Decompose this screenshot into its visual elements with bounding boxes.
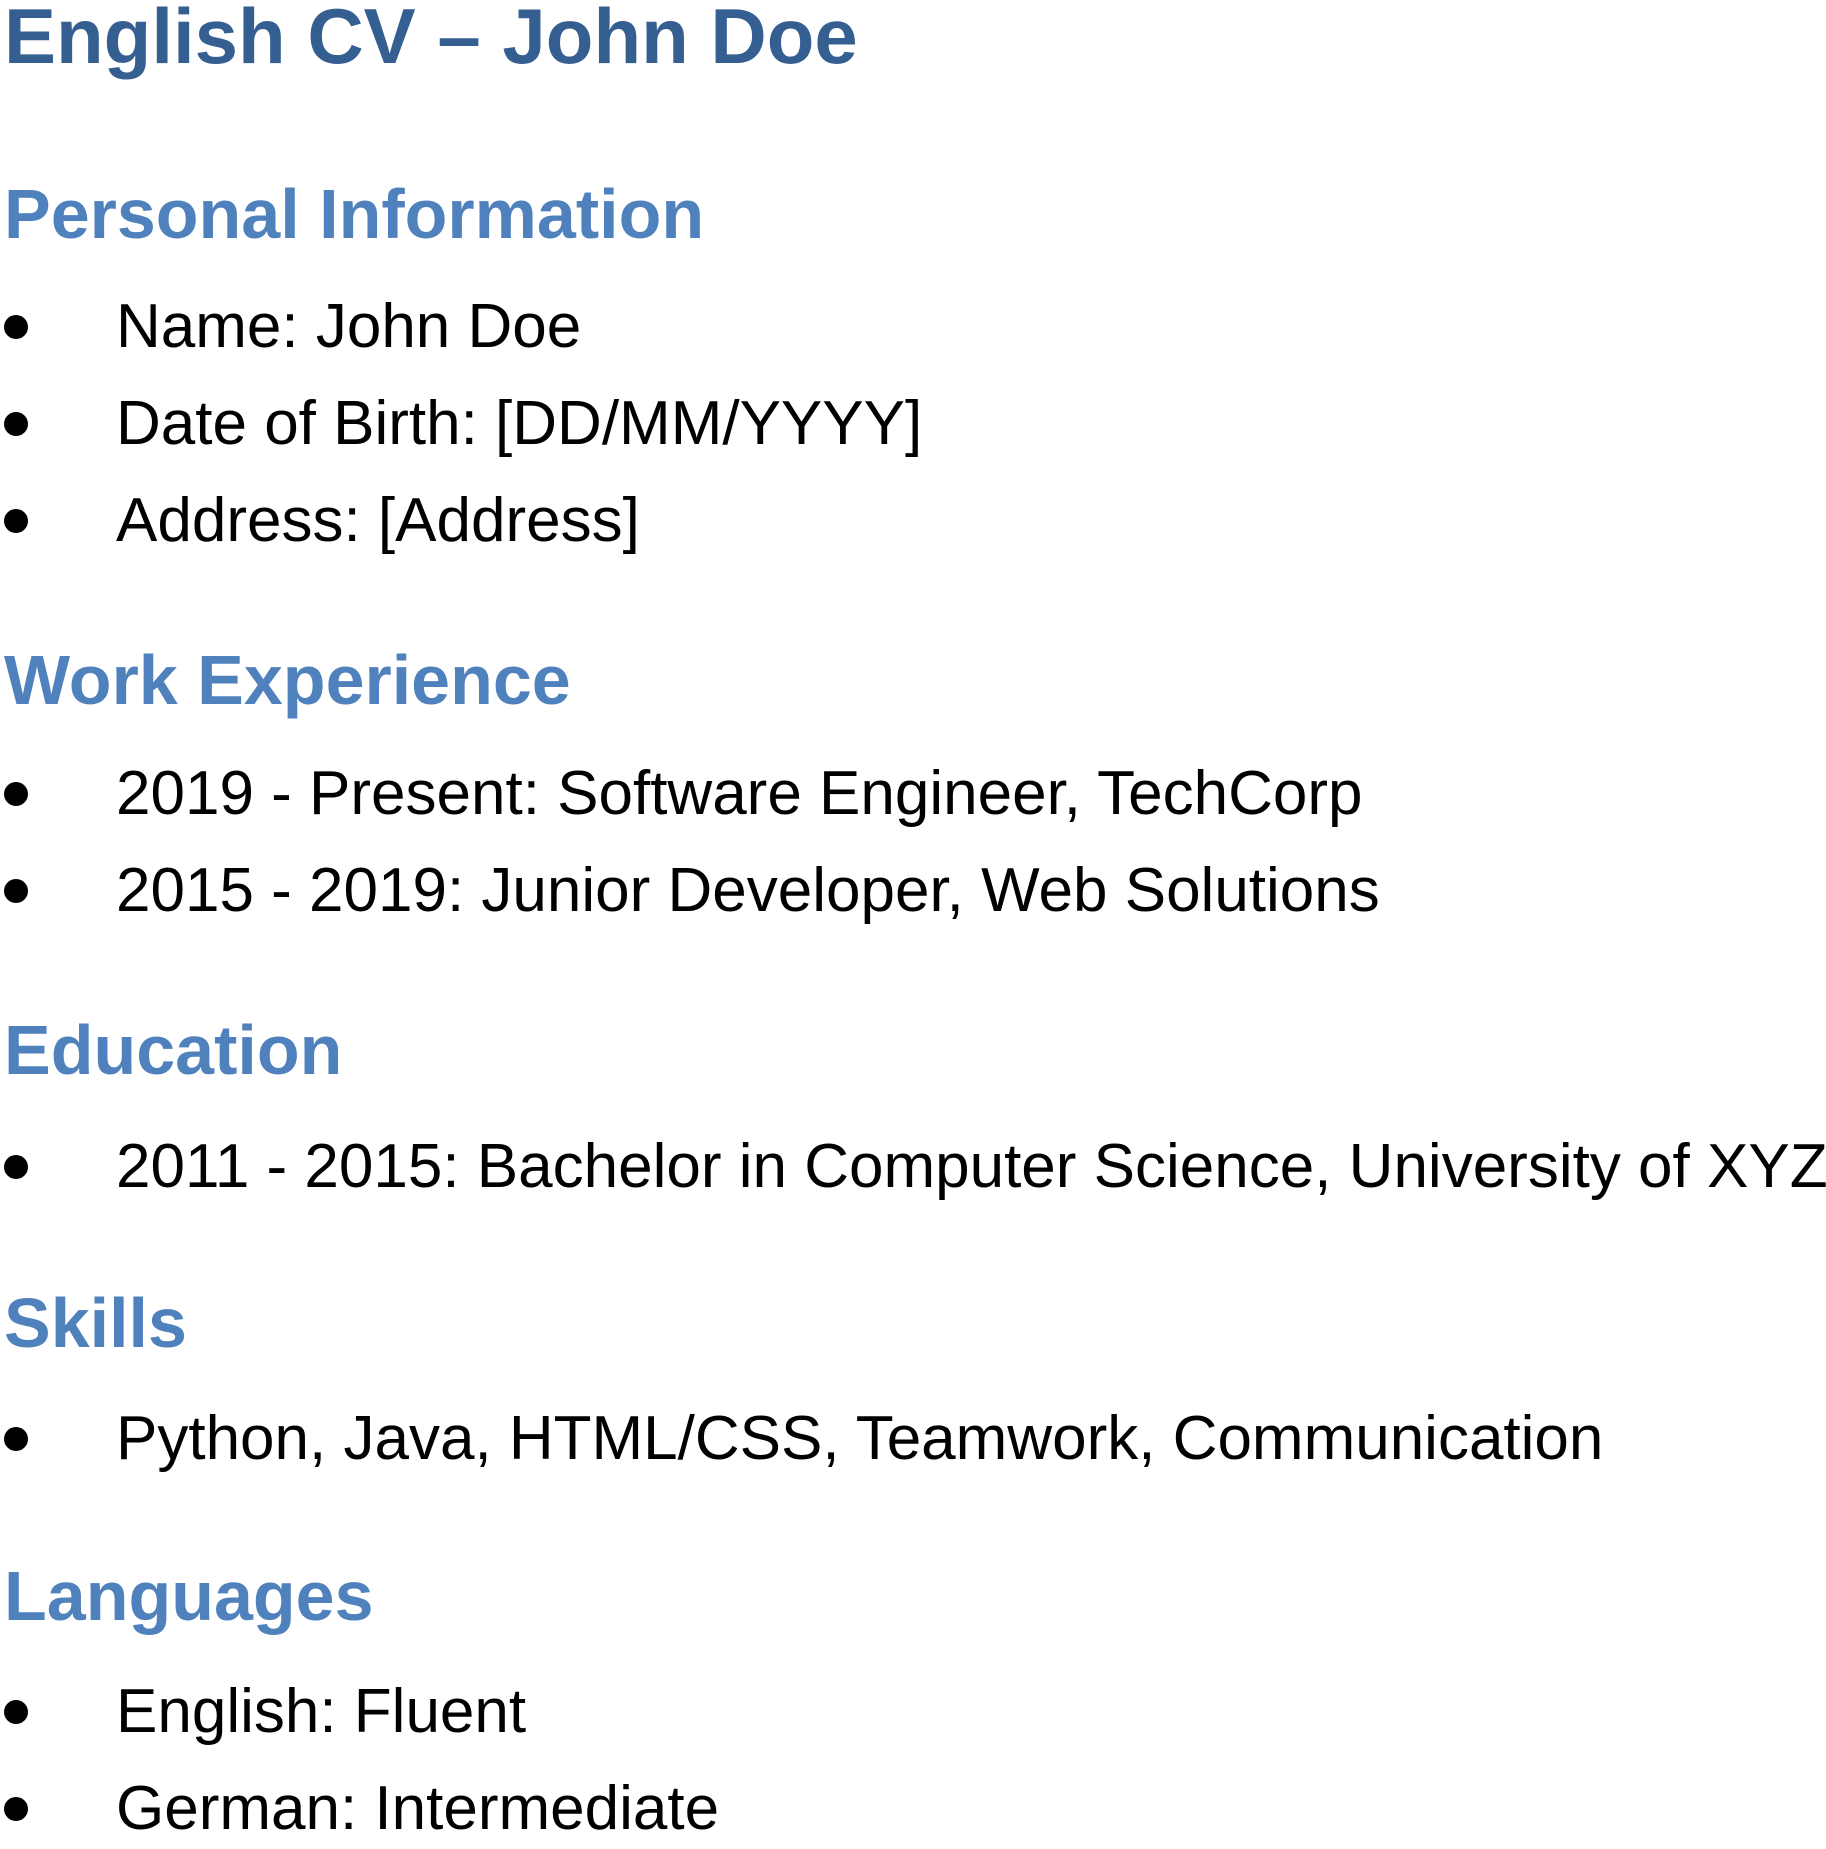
bullet-icon bbox=[4, 1155, 28, 1179]
list-item-text: 2015 - 2019: Junior Developer, Web Solut… bbox=[116, 856, 1380, 925]
list-item: Name: John Doe bbox=[0, 287, 1826, 367]
list-item: 2019 - Present: Software Engineer, TechC… bbox=[0, 754, 1826, 834]
heading-personal-information: Personal Information bbox=[4, 175, 705, 253]
cv-document: English CV – John Doe Personal Informati… bbox=[0, 0, 1826, 1843]
bullet-icon bbox=[4, 1797, 28, 1821]
list-item: Address: [Address] bbox=[0, 481, 1826, 561]
list-item-text: 2011 - 2015: Bachelor in Computer Scienc… bbox=[116, 1132, 1826, 1201]
list-item: Date of Birth: [DD/MM/YYYY] bbox=[0, 384, 1826, 464]
heading-education: Education bbox=[4, 1011, 343, 1089]
heading-skills: Skills bbox=[4, 1284, 187, 1362]
list-item: Python, Java, HTML/CSS, Teamwork, Commun… bbox=[0, 1399, 1826, 1479]
bullet-icon bbox=[4, 315, 28, 339]
list-item-text: Date of Birth: [DD/MM/YYYY] bbox=[116, 389, 923, 458]
list-item-text: Python, Java, HTML/CSS, Teamwork, Commun… bbox=[116, 1404, 1604, 1473]
bullet-icon bbox=[4, 1427, 28, 1451]
heading-work-experience: Work Experience bbox=[4, 641, 571, 719]
list-item: 2015 - 2019: Junior Developer, Web Solut… bbox=[0, 851, 1826, 931]
bullet-icon bbox=[4, 782, 28, 806]
list-item: German: Intermediate bbox=[0, 1769, 1826, 1849]
list-item-text: 2019 - Present: Software Engineer, TechC… bbox=[116, 759, 1363, 828]
bullet-icon bbox=[4, 509, 28, 533]
list-item: English: Fluent bbox=[0, 1672, 1826, 1752]
bullet-icon bbox=[4, 879, 28, 903]
heading-languages: Languages bbox=[4, 1557, 374, 1635]
document-title: English CV – John Doe bbox=[4, 0, 858, 80]
bullet-icon bbox=[4, 1700, 28, 1724]
list-item-text: Name: John Doe bbox=[116, 292, 582, 361]
list-item-text: English: Fluent bbox=[116, 1677, 527, 1746]
bullet-icon bbox=[4, 412, 28, 436]
list-item-text: Address: [Address] bbox=[116, 486, 640, 555]
list-item: 2011 - 2015: Bachelor in Computer Scienc… bbox=[0, 1127, 1826, 1207]
list-item-text: German: Intermediate bbox=[116, 1774, 720, 1843]
